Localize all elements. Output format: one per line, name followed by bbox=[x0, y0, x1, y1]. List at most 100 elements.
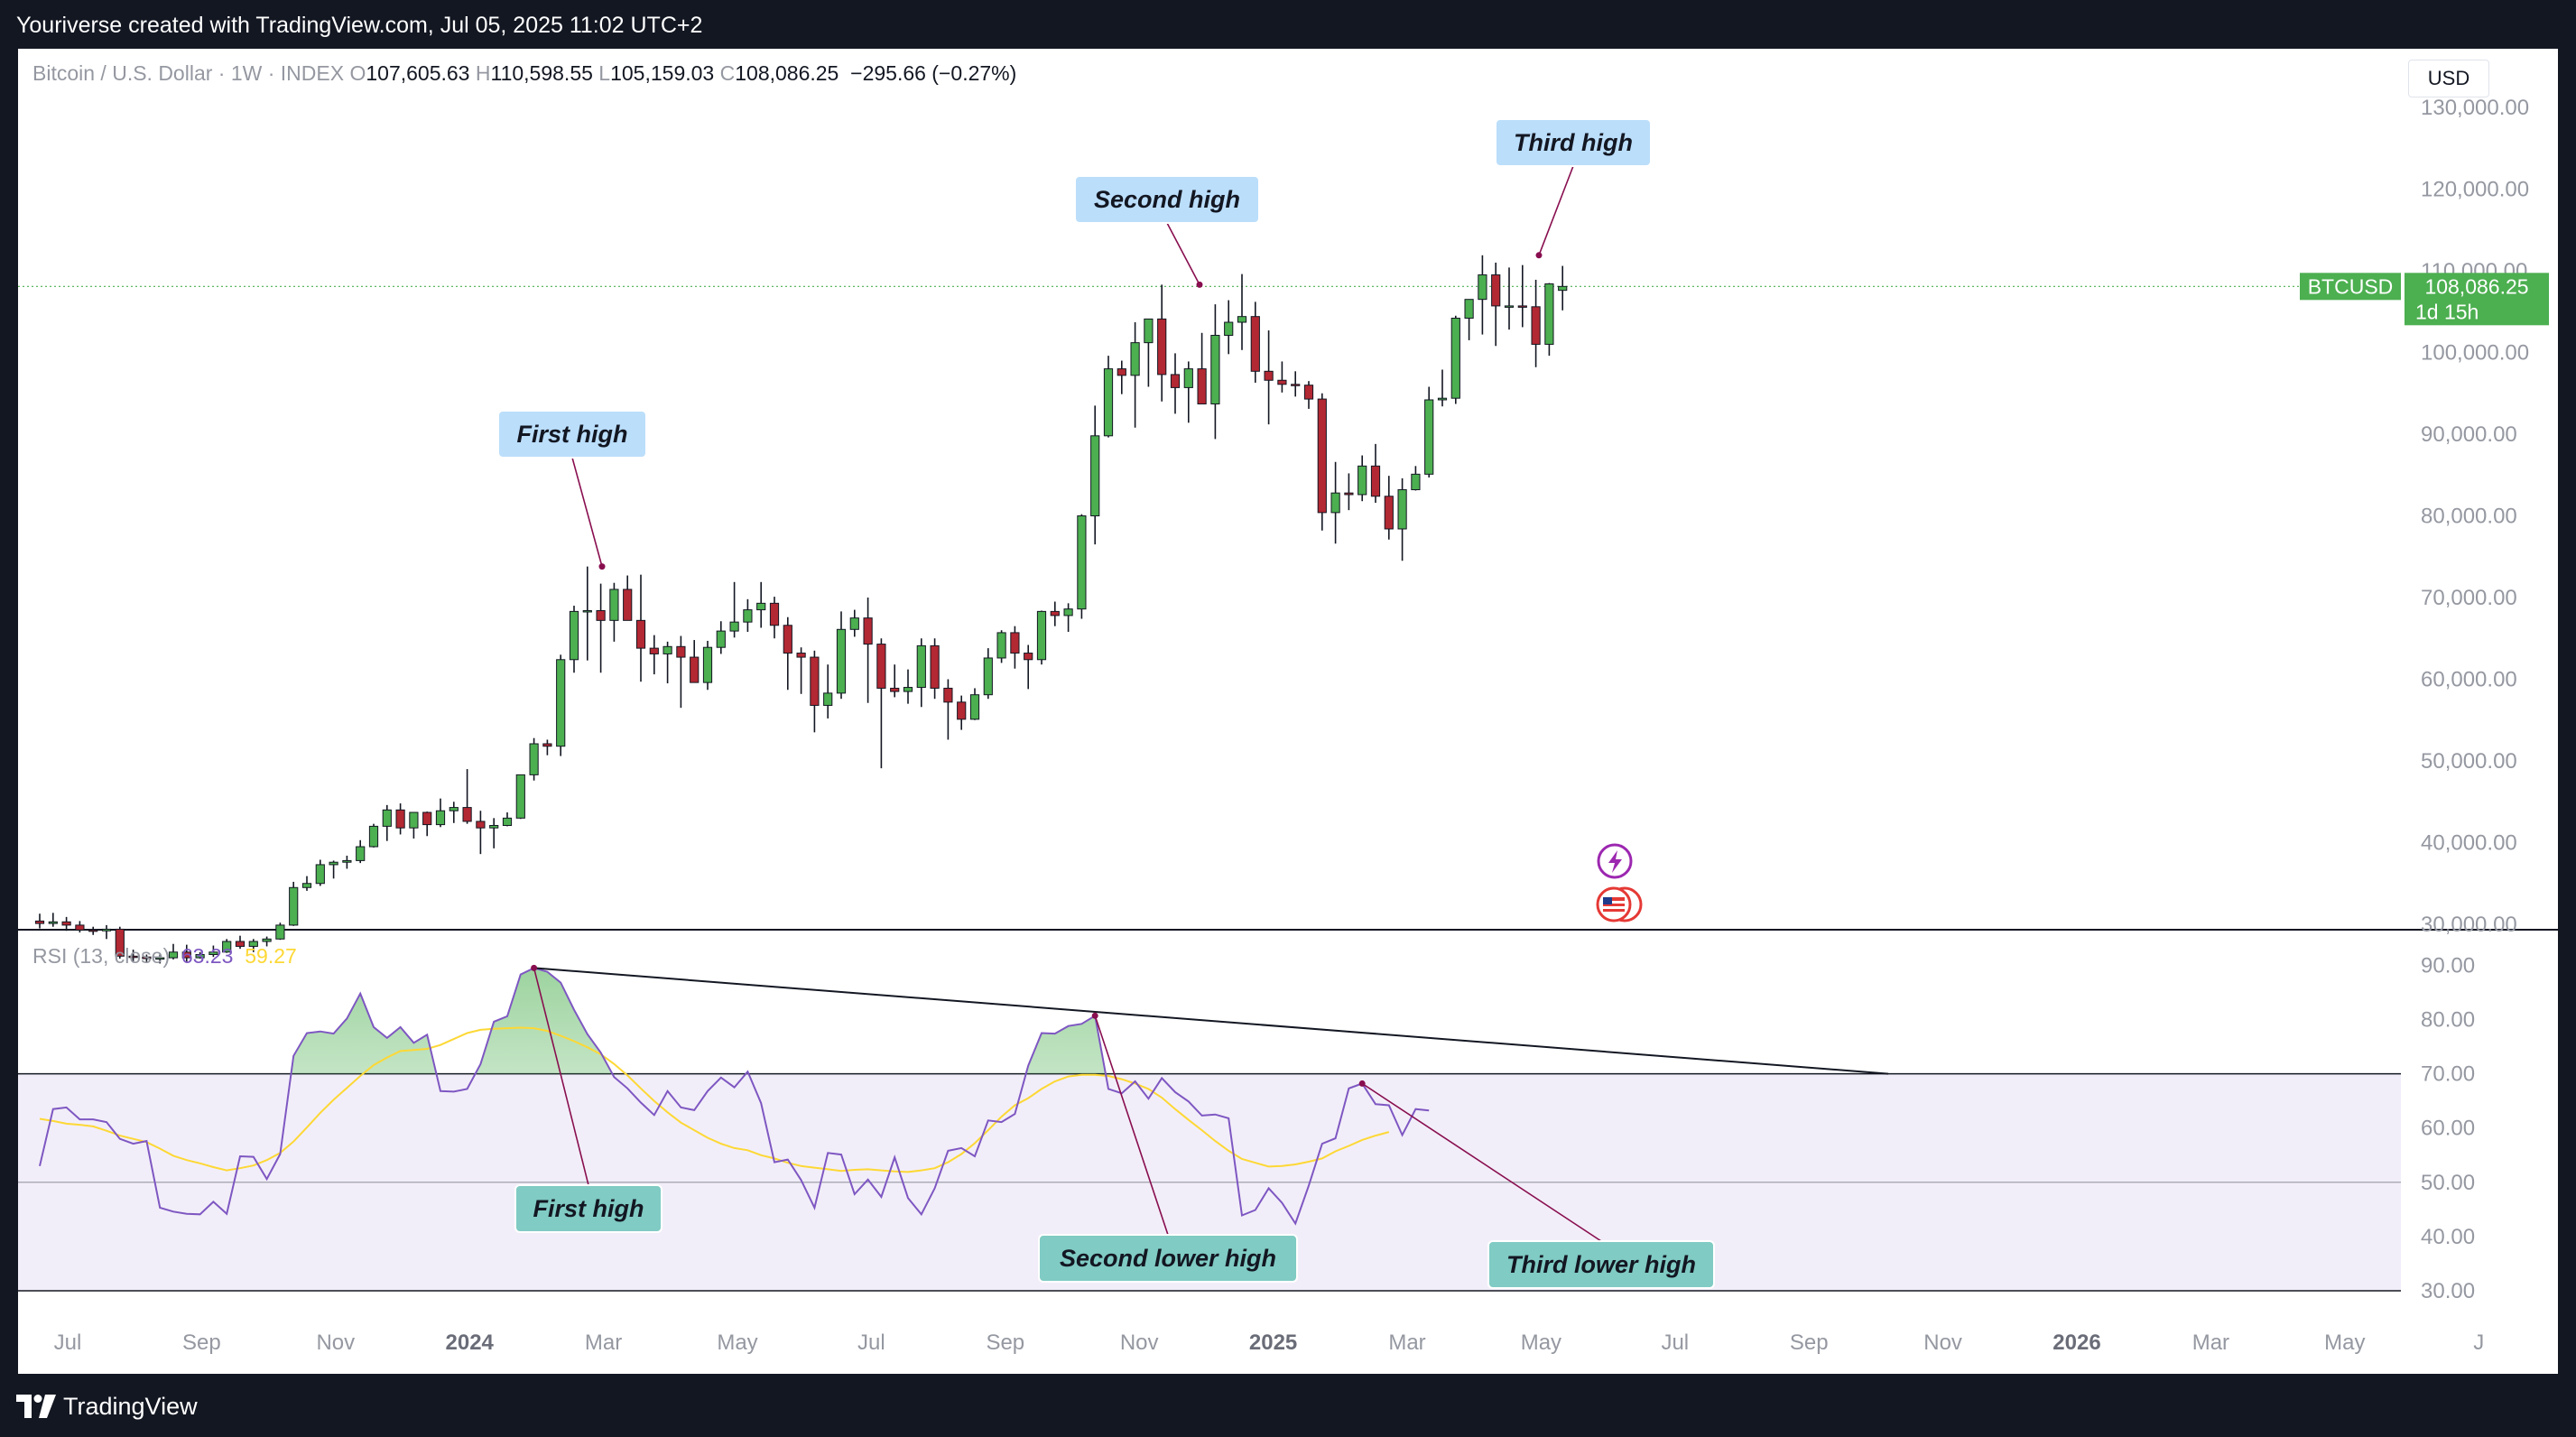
candle-up bbox=[1504, 305, 1515, 308]
candle-up bbox=[823, 692, 833, 706]
candle-down bbox=[796, 653, 806, 658]
candle-up bbox=[1237, 316, 1247, 323]
candle-up bbox=[1437, 397, 1448, 401]
candle-up bbox=[569, 610, 579, 661]
candle-up bbox=[969, 694, 980, 720]
rsi-title[interactable]: RSI (13, close) bbox=[32, 944, 170, 968]
chart-svg[interactable]: 30,000.00 40,000.00 50,000.00 60,000.00 70,0… bbox=[18, 49, 2558, 1374]
candle-down bbox=[1344, 492, 1354, 496]
price-tick-label: 40,000.00 bbox=[2421, 831, 2517, 856]
tradingview-logo[interactable]: TradingView bbox=[16, 1390, 198, 1423]
time-tick-label: Sep bbox=[1790, 1330, 1829, 1355]
candle-up bbox=[1464, 299, 1474, 319]
time-tick-label: Jul bbox=[857, 1330, 885, 1355]
low-label: L bbox=[598, 61, 611, 85]
rsi-ma-current-value: 59.27 bbox=[245, 944, 297, 968]
open-label: O bbox=[349, 61, 366, 85]
first-high-price-annotation-pointer bbox=[571, 457, 603, 567]
candle-up bbox=[1411, 473, 1421, 491]
third-lower-high-rsi-annotation-dot bbox=[1358, 1080, 1366, 1087]
candle-up bbox=[409, 811, 419, 829]
candle-up bbox=[502, 817, 513, 826]
first-high-rsi-annotation-dot bbox=[531, 964, 538, 971]
candle-up bbox=[301, 883, 312, 888]
price-tick-label: 30,000.00 bbox=[2421, 913, 2517, 937]
candle-down bbox=[1291, 384, 1301, 386]
candle-up bbox=[1558, 285, 1568, 292]
candle-down bbox=[635, 619, 646, 649]
candle-down bbox=[783, 625, 792, 654]
time-tick-label: May bbox=[1521, 1330, 1561, 1355]
candle-up bbox=[1130, 342, 1140, 376]
candle-up bbox=[609, 589, 619, 621]
change-value: −295.66 (−0.27%) bbox=[850, 61, 1017, 85]
time-tick-label: 2025 bbox=[1249, 1330, 1297, 1355]
time-tick-label: 2026 bbox=[2052, 1330, 2100, 1355]
time-tick-label: May bbox=[2324, 1330, 2365, 1355]
candle-up bbox=[368, 825, 379, 848]
candle-down bbox=[1024, 653, 1033, 661]
price-tick-label: 130,000.00 bbox=[2421, 96, 2529, 120]
candle-up bbox=[435, 810, 446, 826]
time-tick-label: Mar bbox=[585, 1330, 622, 1355]
candle-down bbox=[542, 743, 552, 747]
close-value: 108,086.25 bbox=[735, 61, 839, 85]
candle-up bbox=[702, 646, 713, 683]
second-lower-high-rsi-annotation-label: Second lower high bbox=[1060, 1245, 1276, 1272]
candle-down bbox=[1303, 385, 1314, 400]
time-tick-label: Jul bbox=[54, 1330, 82, 1355]
candle-down bbox=[810, 656, 820, 706]
second-high-price-annotation-label: Second high bbox=[1094, 186, 1240, 213]
second-lower-high-rsi-annotation-dot bbox=[1091, 1012, 1098, 1019]
third-high-price-annotation-pointer bbox=[1538, 165, 1574, 256]
candle-down bbox=[1050, 610, 1060, 617]
rsi-tick-label: 30.00 bbox=[2421, 1279, 2475, 1303]
candle-up bbox=[1478, 274, 1487, 301]
open-value: 107,605.63 bbox=[366, 61, 470, 85]
candle-down bbox=[623, 589, 633, 621]
candle-up bbox=[1210, 334, 1220, 405]
candle-up bbox=[716, 630, 726, 648]
candle-up bbox=[1183, 368, 1193, 388]
third-high-price-annotation-dot bbox=[1535, 252, 1543, 259]
candle-up bbox=[382, 809, 392, 827]
candle-up bbox=[48, 921, 58, 924]
candle-down bbox=[957, 701, 967, 720]
candle-up bbox=[1450, 317, 1460, 399]
candle-up bbox=[1036, 610, 1047, 661]
candle-down bbox=[1491, 274, 1501, 307]
candle-up bbox=[529, 743, 539, 775]
ticker-tag-label: BTCUSD bbox=[2308, 274, 2394, 298]
currency-button[interactable]: USD bbox=[2408, 60, 2489, 97]
candle-down bbox=[863, 617, 873, 645]
high-value: 110,598.55 bbox=[490, 61, 593, 85]
candle-up bbox=[729, 621, 739, 632]
candle-up bbox=[1090, 435, 1100, 516]
candle-up bbox=[289, 886, 299, 926]
symbol-name[interactable]: Bitcoin / U.S. Dollar · 1W · INDEX bbox=[32, 61, 344, 85]
close-label: C bbox=[719, 61, 736, 85]
second-high-price-annotation-pointer bbox=[1166, 222, 1200, 285]
candle-up bbox=[996, 632, 1006, 659]
candle-up bbox=[1357, 465, 1367, 496]
rsi-tick-label: 80.00 bbox=[2421, 1008, 2475, 1033]
candle-up bbox=[275, 924, 285, 940]
candle-up bbox=[1330, 492, 1340, 514]
rsi-tick-label: 70.00 bbox=[2421, 1062, 2475, 1087]
candle-up bbox=[663, 645, 672, 654]
candle-up bbox=[515, 774, 525, 819]
candle-down bbox=[890, 687, 900, 692]
candle-up bbox=[329, 861, 338, 866]
third-lower-high-rsi-annotation-label: Third lower high bbox=[1506, 1251, 1696, 1278]
candle-down bbox=[88, 929, 98, 932]
candle-down bbox=[769, 602, 780, 626]
rsi-tick-label: 40.00 bbox=[2421, 1225, 2475, 1249]
lightning-event-icon bbox=[1597, 843, 1633, 879]
candle-up bbox=[1544, 283, 1554, 345]
candle-up bbox=[556, 659, 566, 747]
candle-up bbox=[315, 864, 325, 885]
candle-down bbox=[1157, 318, 1167, 375]
price-tick-label: 120,000.00 bbox=[2421, 178, 2529, 202]
chart-frame[interactable]: 30,000.00 40,000.00 50,000.00 60,000.00 70,0… bbox=[18, 49, 2558, 1374]
price-tick-label: 50,000.00 bbox=[2421, 749, 2517, 774]
